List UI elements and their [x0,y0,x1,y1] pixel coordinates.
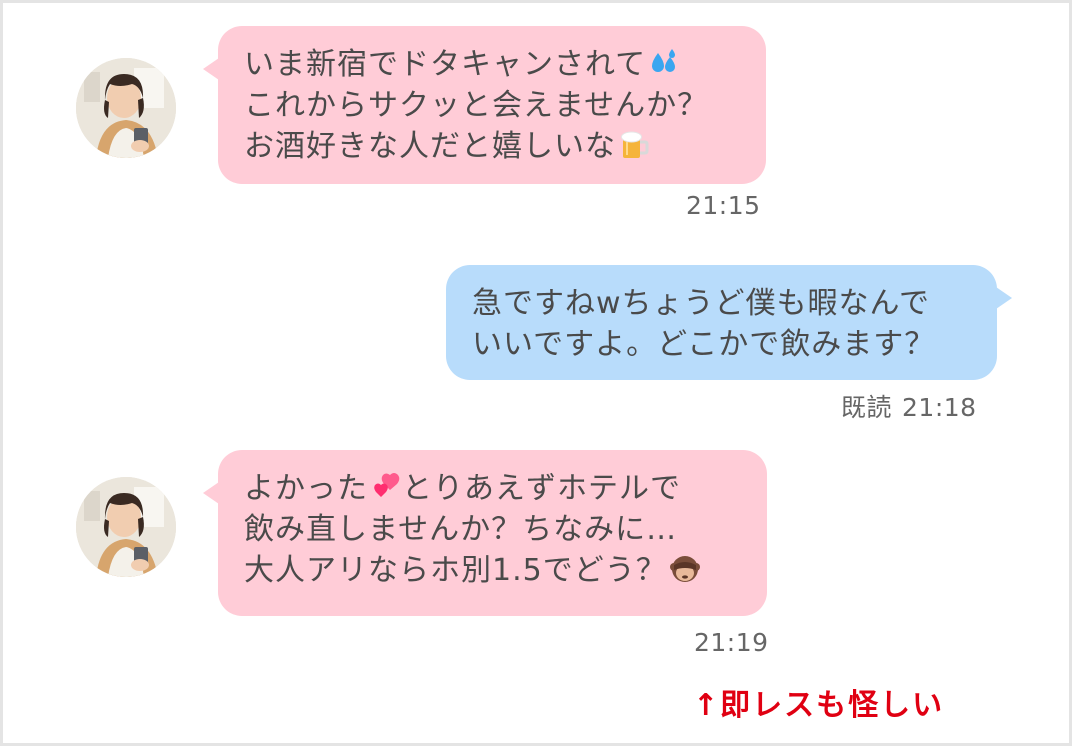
sweat-droplets-icon [648,47,680,79]
message-line: 飲み直しませんか？ちなみに… [244,512,678,547]
message-line: よかった とりあえずホテルで [244,471,681,506]
message-line: いま新宿でドタキャンされて [244,44,742,85]
warning-annotation: ↑即レスも怪しい [693,688,945,723]
sender-avatar[interactable] [76,58,176,158]
message-line: 大人アリならホ別1.5でどう？ [244,550,743,591]
read-receipt: 既読 [841,393,893,422]
see-no-evil-monkey-icon [669,553,701,585]
chat-screenshot-frame: いま新宿でドタキャンされて これからサクッと会えませんか？ お酒好きな人だと嬉し… [0,0,1072,746]
avatar-photo-icon [76,58,176,158]
bubble-tail [996,287,1012,309]
incoming-message-bubble[interactable]: いま新宿でドタキャンされて これからサクッと会えませんか？ お酒好きな人だと嬉し… [203,26,766,184]
avatar-photo-icon [76,477,176,577]
two-hearts-icon [370,471,402,503]
bubble-tail [203,58,219,80]
message-timestamp: 21:19 [694,628,769,657]
beer-mug-icon [618,129,650,161]
message-timestamp: 21:15 [686,191,761,220]
message-line: お酒好きな人だと嬉しいな [244,126,742,167]
message-line: これからサクッと会えませんか？ [244,88,709,123]
message-timestamp: 21:18 [902,393,977,422]
sender-avatar[interactable] [76,477,176,577]
bubble-tail [203,482,219,504]
message-meta: 既読 21:18 [841,388,977,424]
message-line: いいですよ。どこかで飲みます？ [472,327,936,362]
incoming-message-bubble[interactable]: よかった とりあえずホテルで 飲み直しませんか？ちなみに… 大人アリならホ別1.5… [203,450,767,616]
message-line: 急ですねwちょうど僕も暇なんで [472,286,931,321]
outgoing-message-bubble[interactable]: 急ですねwちょうど僕も暇なんで いいですよ。どこかで飲みます？ [446,265,1012,380]
